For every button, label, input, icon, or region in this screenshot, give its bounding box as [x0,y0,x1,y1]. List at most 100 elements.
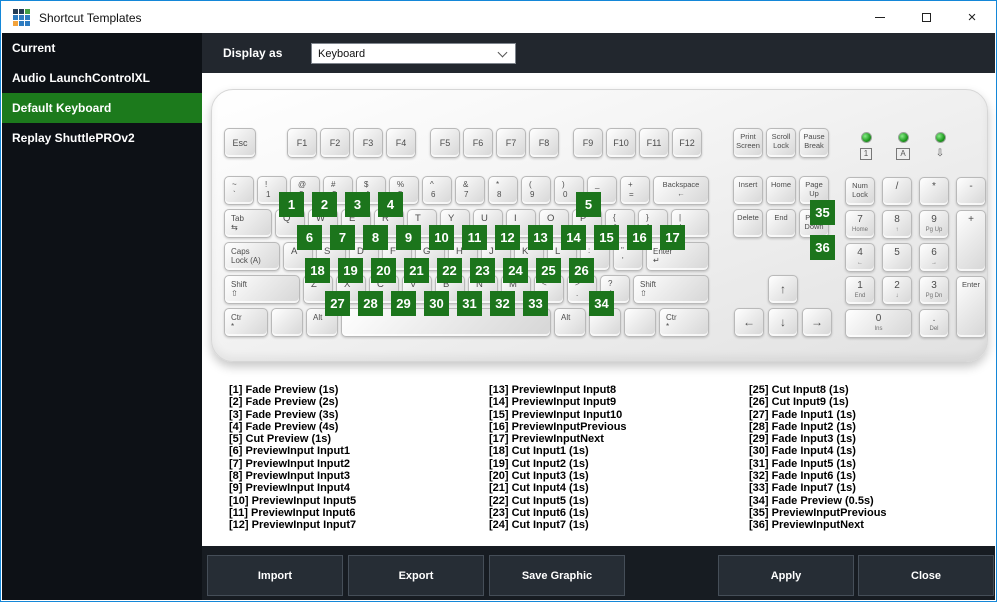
sidebar-item-current[interactable]: Current [2,33,202,63]
shortcut-badge-20: 20 [371,258,396,283]
close-icon: × [967,9,977,26]
key-label: F11 [646,138,662,148]
maximize-button[interactable] [903,2,949,33]
header-strip: Display as Keyboard [202,33,995,73]
key-symbol: & 7 [455,176,485,205]
legend-entry: [17] PreviewInputNext [489,433,604,446]
shortcut-badge-11: 11 [462,225,487,250]
key-label: Ctr [231,313,242,322]
shortcut-badge-13: 13 [528,225,553,250]
key-label: I [514,213,517,224]
logo-cell [25,9,30,14]
key-label: 9 [931,214,937,225]
led-symbol-icon: 1 [859,148,873,160]
key-f7: F7 [496,128,526,158]
key-label: ~ [232,180,237,189]
key-symbol: . Del [919,309,949,338]
key-sublabel: Lock [773,140,789,150]
key-symbol: → [802,308,832,337]
key-f5: F5 [430,128,460,158]
key-delete: Delete [733,209,763,238]
key-2: 2 ↓ [882,276,912,305]
chevron-down-icon [497,47,508,57]
close-button[interactable]: Close [858,555,994,596]
key-sublabel: Break [804,140,824,150]
key-symbol: / [882,177,912,206]
maximize-icon [921,13,931,22]
key-sublabel: → [931,260,937,266]
import-button[interactable]: Import [207,555,343,596]
shortcut-badge-24: 24 [503,258,528,283]
shortcut-badge-22: 22 [437,258,462,283]
shortcut-badge-25: 25 [536,258,561,283]
close-button[interactable]: × [949,2,995,33]
key-4: 4 ← [845,243,875,272]
shortcut-badge-10: 10 [429,225,454,250]
key-label: F6 [472,138,484,148]
key-label: F [390,246,396,257]
keyboard-graphic: Esc F1 F2 F3 F4 F5 F6 F7 F8 F9 F10 F11 F12 Print Scree… [211,89,988,362]
key-symbol: ↑ [768,275,798,304]
key-label: F5 [439,138,451,148]
key-9: 9 Pg Up [919,210,949,239]
key-shift: Shift ⇧ [224,275,300,304]
key-blank [271,308,303,337]
key-label: End [774,213,788,222]
key-label: 1 [857,280,863,291]
legend-entry: [30] Fade Input4 (1s) [749,445,856,458]
legend-entry: [18] Cut Input1 (1s) [489,445,589,458]
key-label: Ctr [666,313,677,322]
logo-cell [25,21,30,26]
key-label: F12 [679,138,695,148]
shortcut-badge-23: 23 [470,258,495,283]
key-symbol: + = [620,176,650,205]
key-7: 7 Home [845,210,875,239]
window-title: Shortcut Templates [39,10,142,25]
shortcut-badge-36: 36 [810,235,835,260]
legend-entry: [23] Cut Input6 (1s) [489,506,589,519]
shortcut-badge-27: 27 [325,291,350,316]
key-sublabel: ⇧ [231,289,238,298]
sidebar-item-audio-launchcontrolxl[interactable]: Audio LaunchControlXL [2,63,202,93]
save-graphic-button[interactable]: Save Graphic [489,555,625,596]
key-label: & [463,180,469,189]
key-label: / [895,181,899,192]
sidebar-item-replay-shuttleprov2[interactable]: Replay ShuttlePROv2 [2,123,202,153]
export-button[interactable]: Export [348,555,484,596]
shortcut-badge-16: 16 [627,225,652,250]
key-print: Print Screen [733,128,763,158]
key-label: + [968,214,974,225]
title-bar: Shortcut Templates × [2,2,995,33]
key-sublabel: ↓ [895,293,899,299]
key-label: { [613,213,616,222]
key-f1: F1 [287,128,317,158]
key-label: Home [770,180,791,189]
key-ctr: Ctr * [659,308,709,337]
key-backspace: Backspace ← [653,176,709,205]
display-as-dropdown[interactable]: Keyboard [311,43,516,64]
key-label: T [415,213,421,224]
key-label: + [628,180,633,189]
key-label: - [969,181,973,192]
sidebar-item-default-keyboard[interactable]: Default Keyboard [2,93,202,123]
led-symbol-icon: A [896,148,910,160]
shortcut-badge-2: 2 [312,192,337,217]
key-home: Home [766,176,796,205]
key-symbol: - [956,177,986,206]
key-sublabel: 6 [431,190,436,199]
legend-entry: [12] PreviewInput Input7 [229,519,357,532]
legend-entry: [33] Fade Input7 (1s) [749,482,856,495]
caps-lock-led: A [894,132,912,161]
shortcut-badge-17: 17 [660,225,685,250]
key-f12: F12 [672,128,702,158]
apply-button[interactable]: Apply [718,555,854,596]
key-sublabel: Lock [852,189,868,199]
minimize-button[interactable] [857,2,903,33]
legend-entry: [35] PreviewInputPrevious [749,506,887,519]
legend-entry: [1] Fade Preview (1s) [229,384,339,396]
logo-cell [19,15,24,20]
key-label: Y [448,213,455,224]
logo-cell [19,9,24,14]
key-label: Shift [231,280,248,289]
led-dot-icon [934,132,946,143]
